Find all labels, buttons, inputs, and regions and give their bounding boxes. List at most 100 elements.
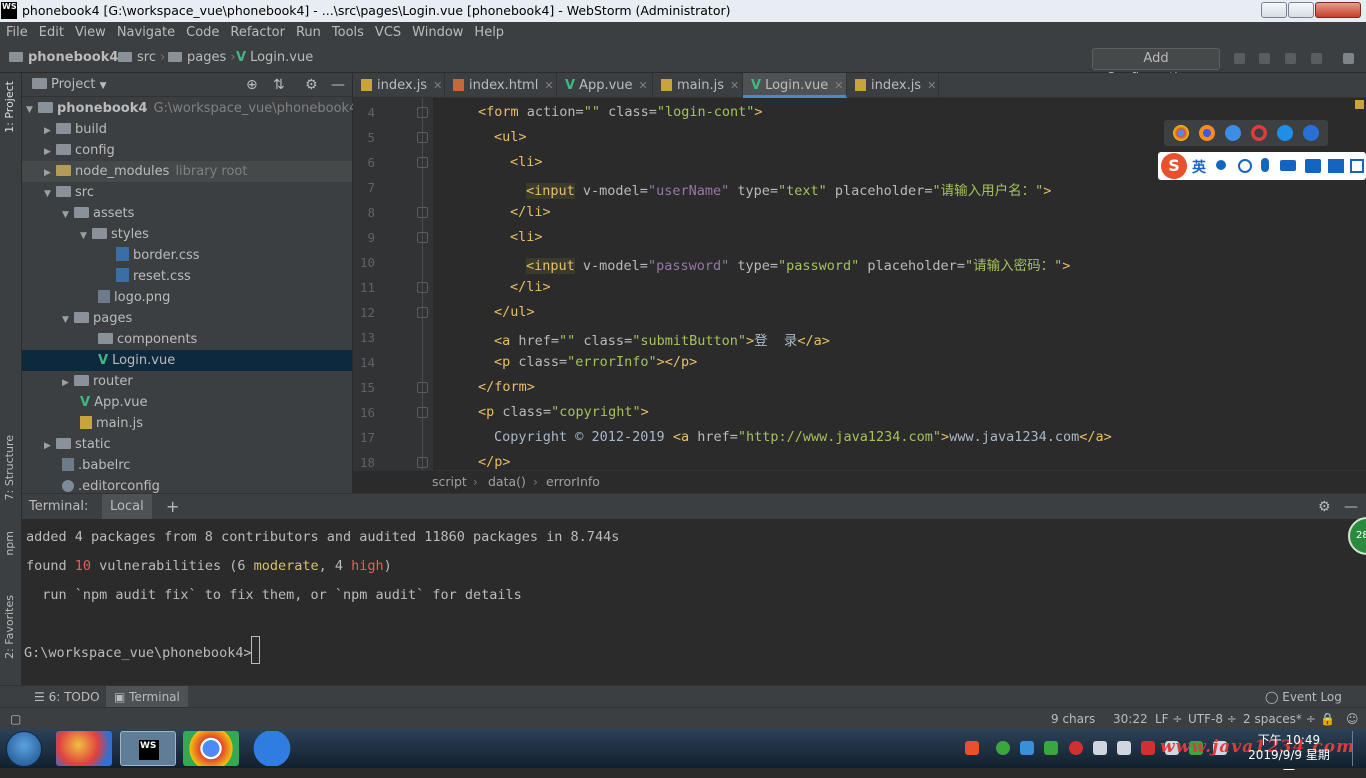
layout-icon[interactable]: ▢	[10, 708, 21, 730]
tray-sogou-icon[interactable]	[965, 741, 979, 755]
tab-index-js[interactable]: index.js ✕	[353, 73, 445, 98]
close-tab-icon[interactable]: ✕	[639, 79, 648, 92]
taskbar-app-icon[interactable]	[56, 731, 112, 766]
sogou-logo-icon[interactable]: S	[1161, 153, 1187, 179]
menu-help[interactable]: Help	[468, 22, 509, 43]
punctuation-icon[interactable]	[1216, 160, 1226, 170]
fold-marker-icon[interactable]	[417, 107, 428, 118]
breadcrumb-pages[interactable]: pages ›	[168, 43, 236, 73]
minimize-button[interactable]	[1261, 2, 1287, 18]
crumb-data[interactable]: data()	[488, 471, 526, 493]
firefox-icon[interactable]	[1199, 125, 1215, 141]
ime-language-toggle[interactable]: 英	[1192, 157, 1206, 177]
hide-icon[interactable]: —	[1344, 494, 1358, 520]
show-desktop-button[interactable]	[1352, 731, 1364, 766]
tool-tab-terminal[interactable]: ▣ Terminal	[106, 686, 188, 708]
menu-view[interactable]: View	[69, 22, 111, 43]
tree-node-components[interactable]: components	[22, 329, 352, 350]
toolbox-icon[interactable]	[1350, 159, 1364, 173]
menu-vcs[interactable]: VCS	[369, 22, 406, 43]
tree-node-static[interactable]: ▶ static	[22, 434, 352, 455]
lock-icon[interactable]: 🔒	[1320, 708, 1335, 730]
tree-node-config[interactable]: ▶ config	[22, 140, 352, 161]
add-configuration-button[interactable]: Add Configuration...	[1092, 48, 1220, 86]
chrome-icon[interactable]	[1173, 125, 1189, 141]
fold-marker-icon[interactable]	[417, 457, 428, 468]
maximize-button[interactable]	[1288, 2, 1314, 18]
tray-printer-icon[interactable]	[1117, 741, 1131, 755]
terminal-tab-local[interactable]: Local	[102, 494, 152, 520]
taskbar-wps-icon[interactable]	[244, 731, 300, 766]
fold-marker-icon[interactable]	[417, 282, 428, 293]
keyboard-icon[interactable]	[1280, 160, 1296, 171]
tree-node-border-css[interactable]: border.css	[22, 245, 352, 266]
inspector-icon[interactable]: ☺	[1346, 708, 1359, 730]
menu-file[interactable]: File	[0, 22, 33, 43]
tree-node-reset-css[interactable]: reset.css	[22, 266, 352, 287]
caret-position[interactable]: 30:22	[1113, 708, 1148, 730]
terminal-output[interactable]: added 4 packages from 8 contributors and…	[22, 519, 1366, 685]
tray-flag-icon[interactable]	[1141, 741, 1155, 755]
tool-tab-favorites[interactable]: 2: Favorites	[3, 595, 16, 659]
user-icon[interactable]	[1305, 159, 1321, 173]
crumb-errorinfo[interactable]: errorInfo	[546, 471, 600, 493]
run-icon[interactable]	[1234, 53, 1245, 64]
fold-marker-icon[interactable]	[417, 132, 428, 143]
breadcrumb-src[interactable]: src ›	[118, 43, 165, 73]
coverage-icon[interactable]	[1285, 53, 1296, 64]
tray-antivirus-icon[interactable]	[1069, 741, 1083, 755]
tree-node-node-modules[interactable]: ▶ node_modules library root	[22, 161, 352, 182]
collapse-icon[interactable]: ⇅	[273, 73, 285, 97]
tree-node-router[interactable]: ▶ router	[22, 371, 352, 392]
debug-icon[interactable]	[1259, 53, 1270, 64]
tree-node-build[interactable]: ▶ build	[22, 119, 352, 140]
close-tab-icon[interactable]: ✕	[927, 79, 936, 92]
tab-index-html[interactable]: index.html ✕	[445, 73, 557, 98]
tool-tab-structure[interactable]: 7: Structure	[3, 435, 16, 500]
taskbar-chrome-icon[interactable]	[183, 731, 239, 766]
tray-plus-icon[interactable]	[996, 741, 1010, 755]
tree-node-assets[interactable]: ▼ assets	[22, 203, 352, 224]
tree-node-styles[interactable]: ▼ styles	[22, 224, 352, 245]
ie-icon[interactable]	[1277, 125, 1293, 141]
menu-tools[interactable]: Tools	[326, 22, 369, 43]
tree-node-src[interactable]: ▼ src	[22, 182, 352, 203]
locate-icon[interactable]: ⊕	[246, 73, 258, 97]
tab-app-vue[interactable]: V App.vue ✕	[557, 73, 653, 98]
close-tab-icon[interactable]: ✕	[730, 79, 739, 92]
fold-marker-icon[interactable]	[417, 407, 428, 418]
tray-shield-icon[interactable]	[1044, 741, 1058, 755]
tree-node-main-js[interactable]: main.js	[22, 413, 352, 434]
safari-icon[interactable]	[1225, 125, 1241, 141]
close-tab-icon[interactable]: ✕	[433, 79, 442, 92]
menu-navigate[interactable]: Navigate	[111, 22, 180, 43]
file-encoding[interactable]: UTF-8 ÷	[1188, 708, 1237, 730]
opera-icon[interactable]	[1251, 125, 1267, 141]
line-separator[interactable]: LF ÷	[1155, 708, 1182, 730]
fold-marker-icon[interactable]	[417, 207, 428, 218]
menu-edit[interactable]: Edit	[33, 22, 69, 43]
project-view-selector[interactable]: Project ▼	[32, 73, 107, 98]
event-log-button[interactable]: ◯ Event Log	[1265, 686, 1342, 708]
fold-marker-icon[interactable]	[417, 307, 428, 318]
tab-index-js-2[interactable]: index.js ✕	[847, 73, 939, 98]
gear-icon[interactable]: ⚙	[305, 73, 318, 97]
start-button[interactable]	[6, 731, 42, 767]
search-everywhere-icon[interactable]	[1343, 53, 1354, 64]
tool-tab-todo[interactable]: ☰ 6: TODO	[34, 686, 100, 708]
menu-window[interactable]: Window	[406, 22, 468, 43]
tree-node-logo-png[interactable]: logo.png	[22, 287, 352, 308]
tree-node-app-vue[interactable]: V App.vue	[22, 392, 352, 413]
indent-setting[interactable]: 2 spaces* ÷	[1243, 708, 1316, 730]
microphone-icon[interactable]	[1261, 158, 1269, 172]
skin-icon[interactable]	[1328, 159, 1344, 173]
tool-tab-npm[interactable]: npm	[3, 531, 16, 556]
tab-login-vue[interactable]: V Login.vue ✕	[743, 73, 847, 98]
tree-node-login-vue[interactable]: V Login.vue	[22, 350, 352, 371]
fold-marker-icon[interactable]	[417, 157, 428, 168]
fold-marker-icon[interactable]	[417, 382, 428, 393]
close-button[interactable]	[1315, 2, 1361, 18]
taskbar-webstorm-icon[interactable]: WS	[120, 731, 176, 766]
close-tab-icon[interactable]: ✕	[834, 79, 843, 92]
menu-code[interactable]: Code	[180, 22, 224, 43]
